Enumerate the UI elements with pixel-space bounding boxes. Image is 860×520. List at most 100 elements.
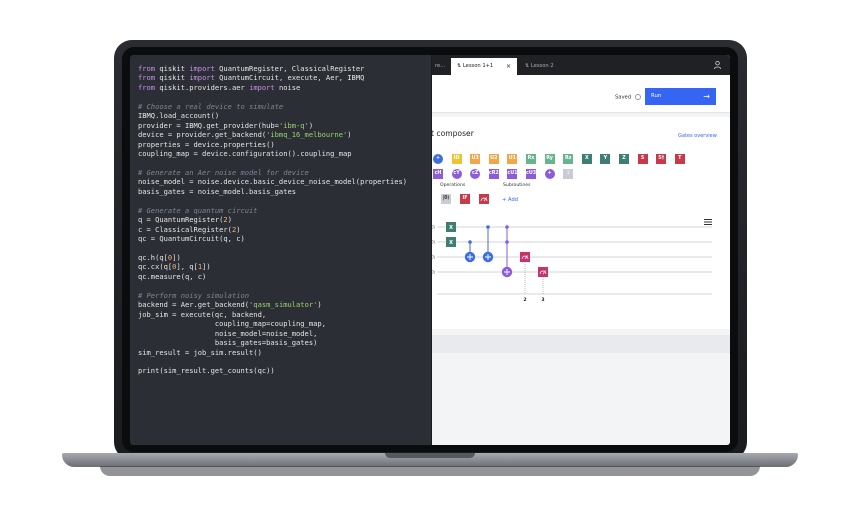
- x-gate[interactable]: X: [446, 237, 456, 247]
- code-line: from qiskit import QuantumCircuit, execu…: [138, 73, 365, 83]
- gate-s-button[interactable]: S: [637, 154, 648, 164]
- gate-rz-button[interactable]: Rz: [563, 154, 574, 164]
- laptop-screen: from qiskit import QuantumRegister, Clas…: [130, 55, 730, 445]
- gate-x-button[interactable]: X: [581, 154, 592, 164]
- tab-label: re...: [435, 63, 446, 69]
- code-line: basis_gates = noise_model.basis_gates: [138, 186, 297, 196]
- tab-icon: ⇅: [525, 63, 530, 69]
- code-line: properties = device.properties(): [138, 139, 275, 149]
- add-subroutine-link[interactable]: + Add: [502, 197, 518, 203]
- code-line: device = provider.get_backend('ibmq_16_m…: [138, 130, 352, 140]
- tab-label: Lesson 1+1: [462, 63, 494, 69]
- arrow-right-icon: →: [703, 92, 710, 101]
- code-line: qc.cx(q[0], q[1]): [138, 262, 211, 272]
- code-line: print(sim_result.get_counts(qc)): [138, 366, 275, 376]
- tab-lesson-2[interactable]: ⇅ Lesson 2: [519, 58, 579, 75]
- x-gate[interactable]: X: [446, 222, 456, 232]
- gate-rx-button[interactable]: Rx: [526, 154, 536, 164]
- gate-cr2-button[interactable]: cR2: [488, 169, 499, 179]
- measure-index: 2: [523, 297, 526, 303]
- code-line: provider = IBMQ.get_provider(hub='ibm-q'…: [138, 120, 314, 130]
- code-line: qc.measure(q, c): [138, 271, 207, 281]
- gate-id-button[interactable]: ID: [451, 154, 462, 164]
- tab-icon: ⇅: [457, 63, 462, 69]
- operations-label: Operations: [440, 183, 466, 188]
- gate-y-button[interactable]: Y: [600, 154, 611, 164]
- gate-cz-button[interactable]: cZ: [470, 169, 481, 179]
- cnot-gate[interactable]: [464, 240, 476, 263]
- gate-s-button[interactable]: S†: [656, 154, 667, 164]
- code-line: coupling_map = device.configuration().co…: [138, 149, 352, 159]
- gate-cu1-button[interactable]: cU1: [507, 169, 517, 179]
- tab-lesson-1-1[interactable]: ⇅ Lesson 1+1 ×: [451, 58, 517, 75]
- code-line: # Choose a real device to simulate: [138, 101, 284, 111]
- code-line: coupling_map=coupling_map,: [138, 319, 326, 329]
- code-editor[interactable]: from qiskit import QuantumRegister, Clas…: [130, 55, 431, 445]
- code-line: # Generate a quantum circuit: [138, 205, 258, 215]
- code-line: sim_result = job_sim.result(): [138, 347, 262, 357]
- laptop-shadow: [100, 466, 760, 476]
- code-line: IBMQ.load_account(): [138, 111, 220, 121]
- measure-index: 3: [541, 297, 544, 303]
- gate-u1-button[interactable]: U1: [507, 154, 518, 164]
- gate-t-button[interactable]: T: [674, 154, 685, 164]
- gate-u2-button[interactable]: U2: [488, 154, 499, 164]
- gate--button[interactable]: +: [433, 154, 443, 164]
- code-line: job_sim = execute(qc, backend,: [138, 309, 267, 319]
- operation-0-button[interactable]: |0⟩: [441, 194, 451, 204]
- circuit-canvas[interactable]: 0⟩ 0⟩ 0⟩ 0⟩ X X 2 3: [431, 217, 730, 327]
- code-line: basis_gates=basis_gates): [138, 338, 318, 348]
- tab-bar: re... ⇅ Lesson 1+1 × ⇅ Lesson 2: [431, 55, 730, 75]
- composer-panel: t composer Gates overview + ID U3 U2 U1 Rx Ry R…: [431, 117, 730, 329]
- gate-z-button[interactable]: Z: [619, 154, 629, 164]
- saved-status: Saved: [615, 94, 641, 101]
- gate-cy-button[interactable]: cY: [451, 169, 462, 179]
- code-line: noise_model=noise_model,: [138, 328, 318, 338]
- run-label: Run: [651, 93, 662, 99]
- meter-icon: [480, 197, 488, 202]
- cnot-gate[interactable]: [482, 225, 494, 263]
- code-line: backend = Aer.get_backend('qasm_simulato…: [138, 300, 322, 310]
- tab-label: Lesson 2: [530, 63, 554, 69]
- measure-gate[interactable]: 3: [538, 267, 548, 303]
- gate--button[interactable]: +: [544, 169, 555, 179]
- code-line: # Perform noisy simulation: [138, 290, 250, 300]
- gate-u3-button[interactable]: U3: [470, 154, 481, 164]
- saved-label: Saved: [615, 94, 632, 101]
- code-line: from qiskit.providers.aer import noise: [138, 82, 301, 92]
- close-icon[interactable]: ×: [506, 58, 511, 75]
- gate-cu3-button[interactable]: cU3: [526, 169, 536, 179]
- code-line: # Generate an Aer noise model for device: [138, 167, 309, 177]
- code-line: c = ClassicalRegister(2): [138, 224, 241, 234]
- code-line: qc = QuantumCircuit(q, c): [138, 234, 245, 244]
- svg-text:X: X: [449, 225, 453, 231]
- user-icon[interactable]: [713, 60, 722, 70]
- operation-2-button[interactable]: [479, 194, 489, 204]
- toffoli-gate[interactable]: [501, 225, 513, 278]
- gate--button[interactable]: ⋮: [563, 169, 574, 179]
- page-title: t composer: [431, 129, 474, 138]
- measure-gate[interactable]: 2: [520, 252, 530, 303]
- composer-header: Saved Run →: [431, 75, 730, 113]
- code-line: from qiskit import QuantumRegister, Clas…: [138, 64, 365, 73]
- code-line: qc.h(q[0]): [138, 253, 181, 262]
- gate-ch-button[interactable]: cH: [433, 169, 443, 179]
- code-text[interactable]: from qiskit import QuantumRegister, Clas…: [138, 64, 407, 376]
- gate-ry-button[interactable]: Ry: [544, 154, 555, 164]
- saved-indicator-icon: [634, 94, 641, 100]
- subroutines-label: Subroutines: [503, 183, 531, 188]
- laptop-notch: [385, 453, 475, 458]
- gates-overview-link[interactable]: Gates overview: [678, 133, 717, 139]
- code-line: q = QuantumRegister(2): [138, 215, 232, 225]
- code-line: noise_model = noise.device.basic_device_…: [138, 177, 408, 187]
- run-button[interactable]: Run →: [645, 88, 716, 105]
- circuit-composer-app: re... ⇅ Lesson 1+1 × ⇅ Lesson 2 Saved Ru…: [431, 55, 730, 445]
- svg-text:X: X: [449, 240, 453, 246]
- qubit-wires: [437, 226, 712, 295]
- operation-1-button[interactable]: IF: [460, 194, 470, 204]
